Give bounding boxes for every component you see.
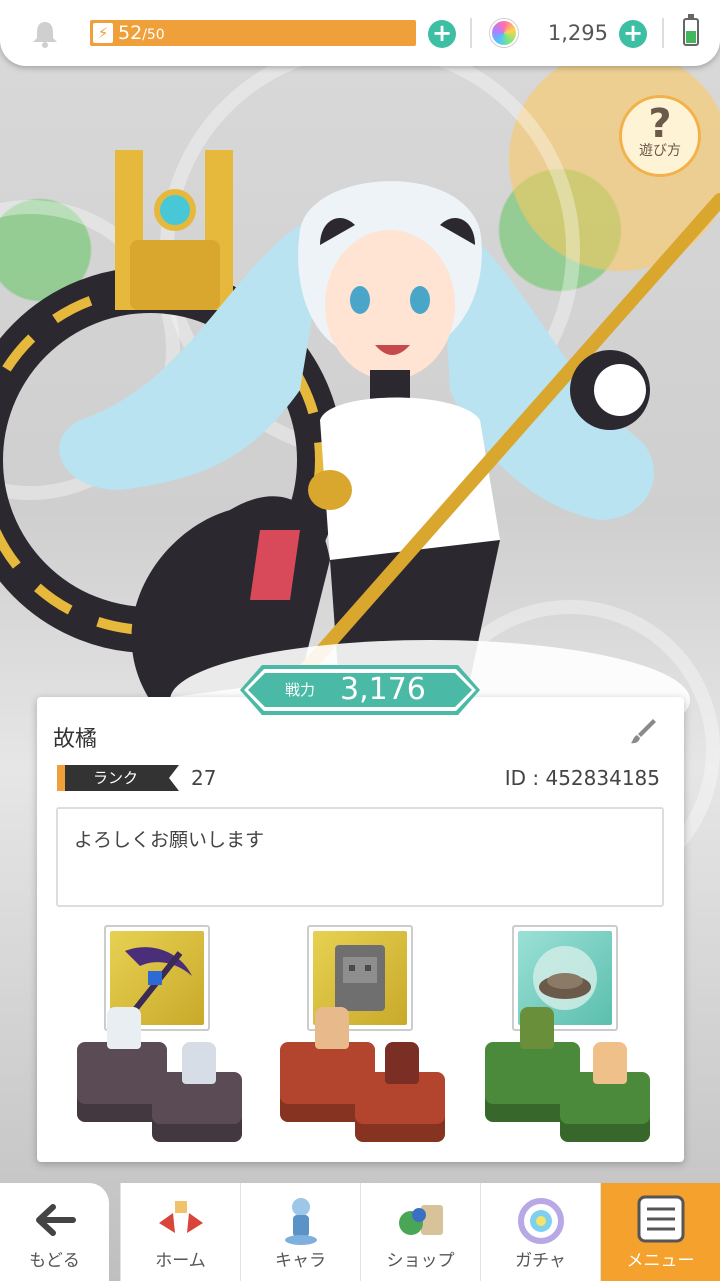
rank-tag: ランク [57, 765, 179, 791]
character-illustration [0, 150, 720, 760]
nav-menu-button[interactable]: メニュー [600, 1183, 720, 1281]
power-value: 3,176 [340, 672, 426, 707]
stamina-current: 52 [118, 22, 143, 44]
nav-gacha-button[interactable]: ガチャ [480, 1183, 600, 1281]
character-sprite [107, 1007, 141, 1049]
nav-chara-button[interactable]: キャラ [240, 1183, 360, 1281]
shop-bag-icon [398, 1205, 443, 1235]
nav-back-button[interactable]: もどる [0, 1183, 109, 1281]
party-slot[interactable] [465, 922, 650, 1142]
character-face-art [325, 230, 455, 380]
gem-count: 1,295 [547, 21, 608, 45]
nav-shop-button[interactable]: ショップ [360, 1183, 480, 1281]
edit-brush-icon[interactable] [627, 715, 659, 747]
profile-card: 故橘 ランク 27 ID : 452834185 よろしくお願いします [37, 697, 684, 1162]
nav-home-button[interactable]: ホーム [120, 1183, 240, 1281]
back-arrow-icon [35, 1204, 76, 1236]
stamina-text: 52/50 [118, 20, 165, 48]
character-sprite [385, 1042, 419, 1084]
power-label: 戦力 [285, 681, 316, 699]
nav-menu-label: メニュー [626, 1251, 695, 1271]
stamina-max: /50 [142, 27, 165, 43]
rank-label: ランク [93, 769, 139, 787]
bell-icon[interactable] [30, 20, 60, 48]
character-icon [284, 1198, 317, 1245]
comment-text: よろしくお願いします [74, 829, 265, 851]
gacha-orb-icon [517, 1198, 564, 1244]
add-gems-button[interactable]: + [619, 20, 647, 48]
player-name: 故橘 [53, 727, 98, 752]
bottom-navigation: もどる ホーム キャラ ショップ ガチャ メニュー [0, 1183, 720, 1281]
comment-box: よろしくお願いします [56, 807, 664, 907]
nav-gacha-label: ガチャ [515, 1251, 566, 1271]
divider [662, 18, 664, 48]
character-sprite [182, 1042, 216, 1084]
add-stamina-button[interactable]: + [428, 20, 456, 48]
lightning-icon: ⚡ [93, 23, 113, 43]
top-status-bar: ⚡ 52/50 + 1,295 + [0, 0, 720, 66]
battery-icon [683, 14, 699, 46]
gem-icon [490, 19, 518, 47]
character-sprite [520, 1007, 554, 1049]
nav-chara-label: キャラ [275, 1251, 326, 1271]
rank-value: 27 [191, 766, 217, 790]
power-badge: 戦力 3,176 [240, 665, 480, 715]
nav-home-label: ホーム [155, 1251, 206, 1271]
party-slot[interactable] [260, 922, 445, 1142]
character-sprite [315, 1007, 349, 1049]
party-slot[interactable] [57, 922, 242, 1142]
menu-list-icon [637, 1195, 684, 1243]
divider [470, 18, 472, 48]
character-sprite [593, 1042, 627, 1084]
nav-shop-label: ショップ [386, 1251, 455, 1271]
home-icon [158, 1201, 203, 1233]
player-id: ID : 452834185 [504, 766, 660, 790]
stamina-bar: ⚡ 52/50 [90, 20, 416, 46]
how-to-play-button[interactable]: ? 遊び方 [619, 95, 701, 177]
how-to-play-label: 遊び方 [639, 143, 681, 159]
nav-back-label: もどる [29, 1251, 80, 1271]
